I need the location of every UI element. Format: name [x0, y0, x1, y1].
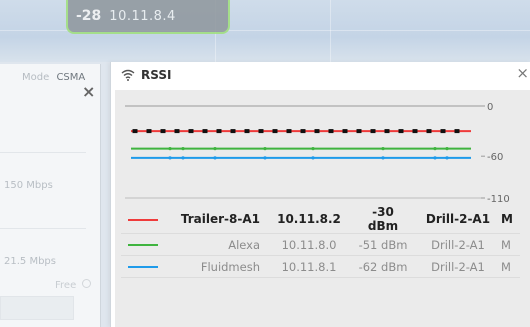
node-ip-address: 10.11.8.4 [109, 8, 176, 24]
close-panel-icon[interactable]: × [82, 82, 95, 101]
series-marker-1 [433, 147, 437, 151]
legend-row[interactable]: Trailer-8-A1 10.11.8.2 -30 dBm Drill-2-A1 M [121, 205, 520, 234]
rate-value-2: 21.5 Mbps [4, 256, 56, 267]
series-marker-0 [370, 129, 376, 134]
node-details-panel: Mode CSMA × 150 Mbps 21.5 Mbps Free [0, 64, 101, 327]
rate-value-1: 150 Mbps [4, 180, 53, 191]
legend-swatch-cell [121, 234, 165, 256]
series-marker-1 [311, 147, 315, 151]
series-marker-1 [213, 147, 217, 151]
rssi-dialog: RSSI × 0 -60 -110 Trailer-8-A1 10.11.8.2 -30… [110, 62, 530, 327]
legend-name: Trailer-8-A1 [180, 212, 260, 226]
free-label: Free [55, 280, 77, 291]
legend-swatch [128, 218, 158, 221]
series-marker-0 [202, 129, 208, 134]
legend-swatch [128, 266, 158, 268]
series-marker-0 [174, 129, 180, 134]
node-rssi-value: -28 [76, 8, 102, 24]
legend-swatch [128, 244, 158, 246]
divider [0, 228, 86, 229]
series-marker-0 [244, 129, 250, 134]
series-marker-0 [216, 129, 222, 134]
legend-signal: -30 dBm [367, 205, 399, 233]
divider [0, 152, 86, 153]
y-tick-label: -110 [487, 194, 510, 205]
legend-ip: 10.11.8.1 [281, 259, 337, 274]
series-marker-0 [300, 129, 306, 134]
legend-device: Drill-2-A1 [431, 259, 485, 274]
series-marker-0 [328, 129, 334, 134]
wifi-icon [121, 69, 135, 81]
series-marker-0 [286, 129, 292, 134]
legend-swatch-cell [121, 256, 165, 278]
free-label-row: Free [55, 279, 92, 291]
series-marker-0 [356, 129, 362, 134]
series-marker-0 [188, 129, 194, 134]
info-icon [82, 279, 92, 288]
series-marker-0 [160, 129, 166, 134]
series-marker-0 [440, 129, 446, 134]
series-marker-0 [230, 129, 236, 134]
series-marker-0 [146, 129, 152, 134]
series-marker-0 [384, 129, 390, 134]
y-tick-label: 0 [487, 102, 493, 113]
rssi-legend-table: Trailer-8-A1 10.11.8.2 -30 dBm Drill-2-A1 M A… [121, 205, 520, 278]
series-marker-0 [258, 129, 264, 134]
free-input[interactable] [0, 296, 74, 320]
legend-name: Alexa [228, 237, 260, 252]
y-tick-label: -60 [487, 152, 503, 163]
legend-row[interactable]: Fluidmesh 10.11.8.1 -62 dBm Drill-2-A1 M [121, 256, 520, 278]
dialog-title: RSSI [141, 68, 172, 82]
series-marker-2 [263, 156, 267, 160]
legend-swatch-cell [121, 205, 165, 234]
legend-name: Fluidmesh [200, 259, 260, 274]
legend-ip: 10.11.8.2 [277, 212, 341, 226]
series-marker-0 [454, 129, 460, 134]
mode-value: CSMA [56, 72, 86, 83]
legend-flag: M [501, 237, 511, 252]
series-marker-1 [168, 147, 172, 151]
legend-device: Drill-2-A1 [431, 237, 485, 252]
legend-signal: -51 dBm [358, 237, 408, 252]
series-marker-1 [381, 147, 385, 151]
mode-label: Mode [22, 72, 50, 83]
series-marker-0 [412, 129, 418, 134]
series-marker-2 [311, 156, 315, 160]
map-gridline [330, 0, 331, 62]
close-dialog-icon[interactable]: × [516, 64, 529, 82]
series-marker-0 [342, 129, 348, 134]
legend-signal: -62 dBm [358, 259, 408, 274]
series-marker-2 [445, 156, 449, 160]
series-marker-2 [168, 156, 172, 160]
series-marker-2 [381, 156, 385, 160]
series-marker-1 [181, 147, 185, 151]
series-marker-0 [398, 129, 404, 134]
dialog-header: RSSI [121, 68, 171, 82]
series-marker-2 [433, 156, 437, 160]
series-marker-1 [263, 147, 267, 151]
map-node-badge[interactable]: -28 10.11.8.4 [66, 0, 230, 34]
mode-row: Mode CSMA [22, 72, 85, 83]
legend-ip: 10.11.8.0 [281, 237, 337, 252]
series-marker-0 [314, 129, 320, 134]
series-marker-2 [181, 156, 185, 160]
series-marker-0 [272, 129, 278, 134]
series-marker-0 [426, 129, 432, 134]
legend-flag: M [501, 259, 511, 274]
legend-flag: M [501, 212, 513, 226]
legend-device: Drill-2-A1 [425, 212, 491, 226]
series-marker-1 [445, 147, 449, 151]
legend-row[interactable]: Alexa 10.11.8.0 -51 dBm Drill-2-A1 M [121, 234, 520, 256]
series-marker-2 [213, 156, 217, 160]
series-marker-0 [132, 129, 138, 134]
